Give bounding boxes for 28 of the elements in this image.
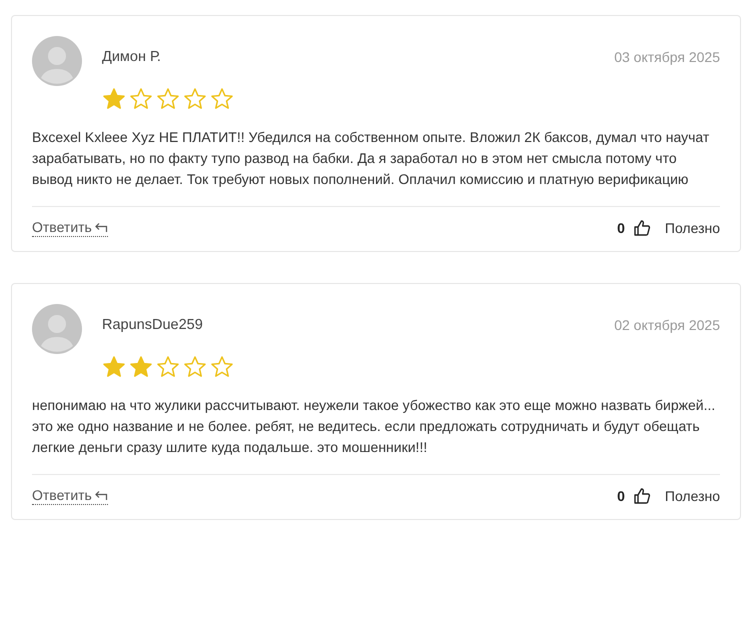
like-count: 0 — [617, 488, 625, 504]
author-name: Димон Р. — [102, 49, 161, 65]
reply-link[interactable]: Ответить — [32, 219, 108, 237]
avatar-icon — [32, 36, 82, 86]
thumbs-up-icon[interactable] — [632, 487, 651, 505]
reply-icon — [94, 221, 108, 233]
avatar-icon — [32, 304, 82, 354]
empty-star-icon — [129, 87, 153, 111]
reply-link[interactable]: Ответить — [32, 487, 108, 505]
review-text: непонимаю на что жулики рассчитывают. неужели такое убожество как это еще можно назвать биржей... это же одно название и не более. ребят, не ведитесь. если предложать сотрудничать и будут обещать легкие деньги сразу шлите куда подальше. это мошенники!!! — [32, 396, 716, 457]
reply-icon — [94, 489, 108, 501]
helpful-label: Полезно — [664, 488, 720, 504]
empty-star-icon — [183, 87, 207, 111]
like-count: 0 — [617, 220, 625, 236]
review-date: 03 октября 2025 — [614, 49, 720, 65]
empty-star-icon — [156, 87, 180, 111]
empty-star-icon — [210, 87, 234, 111]
empty-star-icon — [210, 355, 234, 379]
filled-star-icon — [102, 355, 126, 379]
review-text: Bxcexel Kxleee Xyz НЕ ПЛАТИТ!! Убедился на собственном опыте. Вложил 2К баксов, думал что научат зарабатывать, но по факту тупо развод на бабки. Да я заработал но в этом нет смысла потому что вывод никто не делает. Ток требуют новых пополнений. Оплачил комиссию и платную верификацию — [32, 128, 710, 189]
empty-star-icon — [183, 355, 207, 379]
filled-star-icon — [129, 355, 153, 379]
empty-star-icon — [156, 355, 180, 379]
review-date: 02 октября 2025 — [614, 317, 720, 333]
helpful-label: Полезно — [664, 220, 720, 236]
author-name: RapunsDue259 — [102, 317, 203, 333]
thumbs-up-icon[interactable] — [632, 219, 651, 237]
filled-star-icon — [102, 87, 126, 111]
